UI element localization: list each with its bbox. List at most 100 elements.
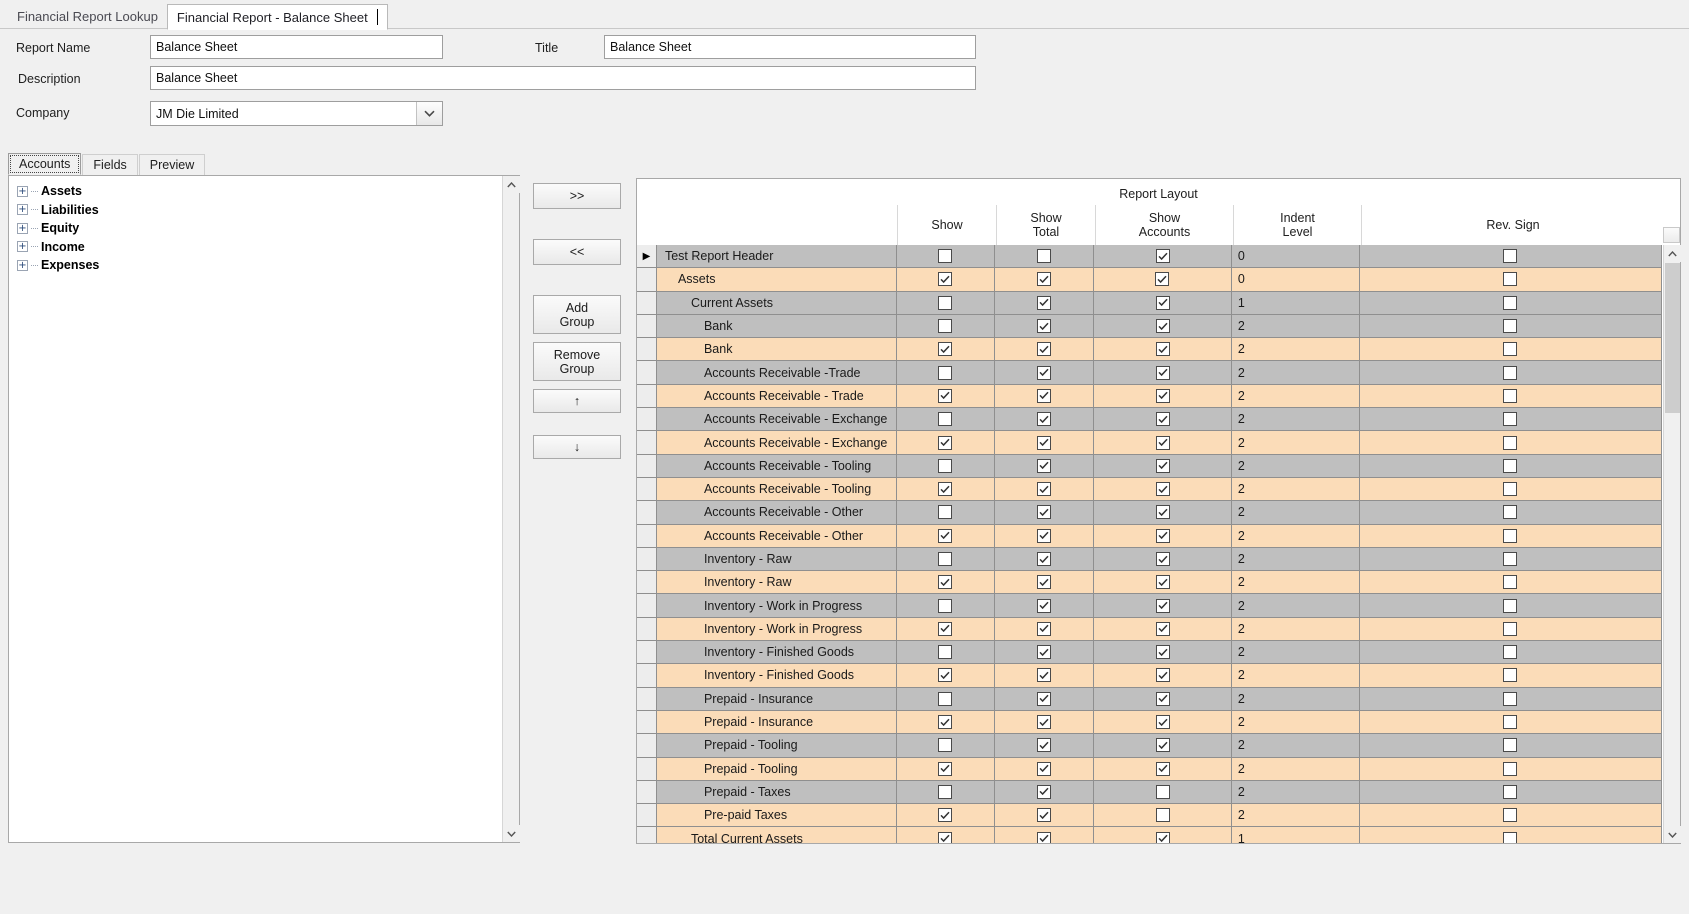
indent-level-cell[interactable]: 2 [1231, 710, 1360, 735]
plus-icon[interactable]: + [17, 185, 28, 197]
checkbox-box[interactable] [1155, 249, 1170, 264]
move-up-button[interactable]: ↑ [533, 389, 621, 413]
checkbox-box[interactable] [1155, 808, 1170, 823]
rev-sign-checkbox[interactable] [1359, 408, 1662, 432]
show-accounts-checkbox[interactable] [1094, 314, 1232, 339]
rev-sign-checkbox[interactable] [1359, 524, 1662, 548]
row-header-cell[interactable] [637, 827, 657, 843]
indent-level-cell[interactable]: 1 [1232, 827, 1360, 843]
row-header-cell[interactable] [637, 687, 657, 711]
grid-header-show[interactable]: Show [897, 205, 996, 245]
show-total-checkbox[interactable] [995, 268, 1095, 292]
checkbox-box[interactable] [938, 412, 953, 427]
indent-level-cell[interactable]: 2 [1231, 431, 1360, 455]
checkbox-box[interactable] [1503, 831, 1518, 843]
show-total-checkbox[interactable] [995, 431, 1095, 455]
grid-vertical-scrollbar[interactable] [1663, 245, 1681, 843]
scroll-down-icon[interactable] [503, 825, 520, 842]
row-name-cell[interactable]: Accounts Receivable - Exchange [656, 408, 897, 432]
show-checkbox[interactable] [896, 641, 996, 665]
checkbox-box[interactable] [1037, 295, 1052, 310]
rev-sign-checkbox[interactable] [1360, 827, 1662, 843]
show-total-checkbox[interactable] [995, 827, 1095, 843]
checkbox-box[interactable] [1155, 715, 1170, 730]
row-header-cell[interactable] [637, 338, 657, 362]
checkbox-box[interactable] [938, 784, 953, 799]
checkbox-box[interactable] [1037, 645, 1052, 660]
show-total-checkbox[interactable] [995, 361, 1095, 385]
show-checkbox[interactable] [896, 617, 996, 642]
row-header-cell[interactable] [637, 384, 657, 409]
checkbox-box[interactable] [938, 482, 953, 497]
checkbox-box[interactable] [938, 528, 953, 543]
checkbox-box[interactable] [1503, 621, 1518, 636]
checkbox-box[interactable] [1503, 575, 1518, 590]
checkbox-box[interactable] [1037, 319, 1052, 334]
table-row[interactable]: Total Current Assets 1 [637, 827, 1662, 843]
checkbox-box[interactable] [938, 249, 953, 264]
checkbox-box[interactable] [1155, 388, 1170, 403]
checkbox-box[interactable] [1037, 412, 1052, 427]
move-left-button[interactable]: << [533, 239, 621, 265]
checkbox-box[interactable] [1503, 645, 1518, 660]
show-checkbox[interactable] [896, 338, 996, 362]
row-header-cell[interactable] [637, 408, 657, 432]
row-header-cell[interactable] [637, 571, 657, 595]
checkbox-box[interactable] [1503, 319, 1518, 334]
checkbox-box[interactable] [1155, 598, 1170, 613]
row-header-cell[interactable] [637, 710, 657, 735]
show-accounts-checkbox[interactable] [1094, 291, 1232, 315]
indent-level-cell[interactable]: 2 [1231, 547, 1360, 572]
show-checkbox[interactable] [896, 314, 996, 339]
row-name-cell[interactable]: Inventory - Raw [656, 547, 897, 572]
checkbox-box[interactable] [938, 715, 953, 730]
checkbox-box[interactable] [1503, 458, 1518, 473]
show-total-checkbox[interactable] [995, 245, 1095, 269]
row-name-cell[interactable]: Bank [656, 314, 897, 339]
table-row[interactable]: ▶ Test Report Header 0 [637, 245, 1662, 269]
show-accounts-checkbox[interactable] [1094, 664, 1232, 688]
company-select[interactable]: JM Die Limited [150, 101, 443, 126]
checkbox-box[interactable] [1155, 761, 1170, 776]
show-total-checkbox[interactable] [995, 617, 1095, 642]
show-accounts-checkbox[interactable] [1094, 408, 1232, 432]
checkbox-box[interactable] [1503, 505, 1518, 520]
row-name-cell[interactable]: Accounts Receivable - Trade [656, 384, 897, 409]
show-accounts-checkbox[interactable] [1094, 454, 1232, 478]
indent-level-cell[interactable]: 2 [1231, 594, 1360, 618]
table-row[interactable]: Accounts Receivable -Trade 2 [637, 361, 1662, 385]
row-header-cell[interactable] [637, 594, 657, 618]
show-total-checkbox[interactable] [995, 757, 1095, 781]
rev-sign-checkbox[interactable] [1359, 431, 1662, 455]
show-checkbox[interactable] [896, 501, 996, 525]
checkbox-box[interactable] [1037, 249, 1052, 264]
indent-level-cell[interactable]: 2 [1231, 408, 1360, 432]
checkbox-box[interactable] [1155, 435, 1170, 450]
checkbox-box[interactable] [1155, 691, 1170, 706]
scroll-down-icon[interactable] [1664, 826, 1681, 843]
checkbox-box[interactable] [1503, 784, 1518, 799]
checkbox-box[interactable] [1037, 505, 1052, 520]
checkbox-box[interactable] [1037, 621, 1052, 636]
row-name-cell[interactable]: Prepaid - Insurance [656, 710, 897, 735]
checkbox-box[interactable] [1037, 831, 1052, 843]
row-header-cell[interactable] [637, 314, 657, 339]
checkbox-box[interactable] [1155, 412, 1170, 427]
checkbox-box[interactable] [938, 621, 953, 636]
add-group-button[interactable]: Add Group [533, 295, 621, 334]
show-total-checkbox[interactable] [995, 454, 1095, 478]
rev-sign-checkbox[interactable] [1359, 454, 1662, 478]
checkbox-box[interactable] [1503, 691, 1518, 706]
row-name-cell[interactable]: Inventory - Finished Goods [656, 664, 897, 688]
checkbox-box[interactable] [1155, 365, 1170, 380]
show-total-checkbox[interactable] [995, 408, 1095, 432]
checkbox-box[interactable] [1503, 295, 1518, 310]
checkbox-box[interactable] [938, 435, 953, 450]
show-accounts-checkbox[interactable] [1094, 501, 1232, 525]
show-total-checkbox[interactable] [995, 524, 1095, 548]
indent-level-cell[interactable]: 2 [1231, 571, 1360, 595]
show-total-checkbox[interactable] [995, 641, 1095, 665]
show-checkbox[interactable] [896, 687, 996, 711]
show-accounts-checkbox[interactable] [1094, 594, 1232, 618]
checkbox-box[interactable] [1155, 552, 1170, 566]
